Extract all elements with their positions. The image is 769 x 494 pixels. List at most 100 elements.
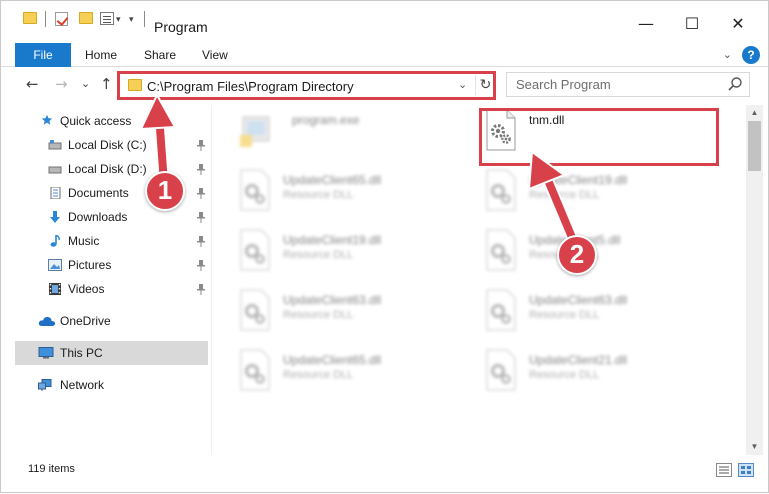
large-icons-view-icon[interactable]	[738, 463, 754, 477]
sidebar-item-label: Quick access	[60, 114, 132, 128]
recent-locations-button[interactable]: ⌄	[81, 77, 90, 90]
file-item[interactable]: UpdateClient21.dll Resource DLL	[483, 349, 723, 403]
maximize-button[interactable]: ☐	[669, 9, 715, 39]
documents-icon	[50, 187, 61, 199]
file-name: UpdateClient63.dll	[283, 293, 382, 307]
title-bar: ▾ ▾ Program — ☐ ✕	[1, 1, 768, 39]
pin-icon[interactable]	[197, 139, 205, 151]
properties-check-icon[interactable]	[55, 12, 68, 26]
tab-share[interactable]: Share	[132, 43, 188, 67]
forward-button[interactable]: →	[55, 75, 68, 93]
sidebar-item-videos[interactable]: Videos	[15, 277, 208, 301]
new-folder-icon[interactable]	[79, 12, 93, 24]
scroll-up-button[interactable]: ▲	[746, 105, 763, 121]
dll-gear-icon	[486, 229, 516, 271]
file-item[interactable]: UpdateClient19.dll Resource DLL	[483, 169, 723, 223]
sidebar-item-onedrive[interactable]: OneDrive	[15, 309, 208, 333]
pin-icon[interactable]	[197, 259, 205, 271]
file-item[interactable]: UpdateClient65.dll Resource DLL	[237, 169, 477, 223]
address-highlight-box	[117, 71, 496, 100]
sidebar-item-quick-access[interactable]: Quick access	[15, 109, 208, 133]
sidebar-item-label: Network	[60, 378, 105, 392]
sidebar-item-music[interactable]: Music	[15, 229, 208, 253]
step-1-callout: 1	[145, 171, 185, 211]
tab-view[interactable]: View	[190, 43, 240, 67]
scroll-thumb[interactable]	[748, 121, 761, 171]
sidebar-item-label: Music	[68, 234, 100, 248]
drive-icon	[48, 166, 62, 174]
pin-icon[interactable]	[197, 235, 205, 247]
divider	[144, 11, 145, 27]
pin-icon[interactable]	[197, 163, 205, 175]
network-icon	[38, 379, 52, 391]
pin-icon[interactable]	[197, 283, 205, 295]
file-item[interactable]: program.exe	[237, 109, 477, 163]
pin-icon[interactable]	[197, 187, 205, 199]
file-name: UpdateClient19.dll	[529, 173, 628, 187]
file-item[interactable]: UpdateClient5.dll Resource DLL	[483, 229, 723, 283]
sidebar-item-downloads[interactable]: Downloads	[15, 205, 208, 229]
file-type: Resource DLL	[283, 309, 354, 321]
file-item[interactable]: UpdateClient63.dll Resource DLL	[237, 289, 477, 343]
videos-icon	[49, 283, 61, 295]
vertical-scrollbar[interactable]: ▲ ▼	[746, 105, 763, 455]
scroll-down-button[interactable]: ▼	[746, 439, 763, 455]
dll-gear-icon	[486, 289, 516, 331]
dll-gear-icon	[240, 289, 270, 331]
dll-gear-icon	[240, 349, 270, 391]
file-name: UpdateClient65.dll	[283, 173, 382, 187]
tab-file[interactable]: File	[15, 43, 71, 67]
folder-icon	[23, 12, 37, 24]
sidebar-item-label: OneDrive	[60, 314, 111, 328]
sidebar-item-network[interactable]: Network	[15, 373, 208, 397]
downloads-icon	[50, 211, 60, 223]
onedrive-icon	[38, 316, 56, 326]
sidebar-item-label: Downloads	[68, 210, 128, 224]
search-box[interactable]	[506, 72, 750, 97]
dll-gear-icon	[240, 169, 270, 211]
sidebar-item-pictures[interactable]: Pictures	[15, 253, 208, 277]
file-name: UpdateClient65.dll	[283, 353, 382, 367]
file-name: UpdateClient63.dll	[529, 293, 628, 307]
sidebar-item-local-disk-c[interactable]: Local Disk (C:)	[15, 133, 208, 157]
step-2-callout: 2	[557, 235, 597, 275]
pin-icon[interactable]	[197, 211, 205, 223]
file-type: Resource DLL	[283, 189, 354, 201]
sidebar-item-this-pc[interactable]: This PC	[15, 341, 208, 365]
customize-toolbar-icon[interactable]: ▾	[129, 14, 134, 25]
navigation-pane: Quick access Local Disk (C:) Local Disk …	[15, 105, 211, 455]
file-item[interactable]: UpdateClient63.dll Resource DLL	[483, 289, 723, 343]
file-item[interactable]: UpdateClient65.dll Resource DLL	[237, 349, 477, 403]
sidebar-item-label: This PC	[60, 346, 103, 360]
back-button[interactable]: ←	[26, 75, 39, 93]
file-name: program.exe	[292, 113, 360, 127]
sidebar-item-label: Videos	[68, 282, 105, 296]
exe-icon	[240, 116, 270, 147]
drive-icon	[48, 140, 62, 150]
up-button[interactable]: ↑	[100, 75, 113, 93]
minimize-button[interactable]: —	[623, 9, 669, 39]
explorer-window: ▾ ▾ Program — ☐ ✕ File Home Share View ⌄…	[0, 0, 769, 493]
pane-divider[interactable]	[211, 105, 212, 455]
divider	[45, 11, 46, 27]
sidebar-item-label: Pictures	[68, 258, 112, 272]
window-title: Program	[154, 19, 208, 35]
file-item[interactable]: UpdateClient19.dll Resource DLL	[237, 229, 477, 283]
status-bar: 119 items	[1, 458, 768, 482]
star-icon	[41, 114, 53, 125]
sidebar-item-label: Local Disk (C:)	[68, 138, 147, 152]
computer-icon	[38, 347, 54, 359]
file-name: UpdateClient21.dll	[529, 353, 628, 367]
expand-ribbon-icon[interactable]: ⌄	[723, 48, 732, 61]
sidebar-item-label: Documents	[68, 186, 129, 200]
chevron-down-icon[interactable]: ▾	[116, 14, 121, 25]
file-type: Resource DLL	[283, 369, 354, 381]
search-icon[interactable]	[727, 76, 743, 92]
search-input[interactable]	[507, 73, 717, 96]
details-view-icon[interactable]	[716, 463, 732, 477]
help-icon[interactable]: ?	[742, 46, 760, 64]
view-properties-icon[interactable]	[100, 12, 114, 25]
tab-home[interactable]: Home	[73, 43, 129, 67]
ribbon-tabs: File Home Share View ⌄ ?	[1, 43, 768, 67]
close-button[interactable]: ✕	[715, 9, 761, 39]
